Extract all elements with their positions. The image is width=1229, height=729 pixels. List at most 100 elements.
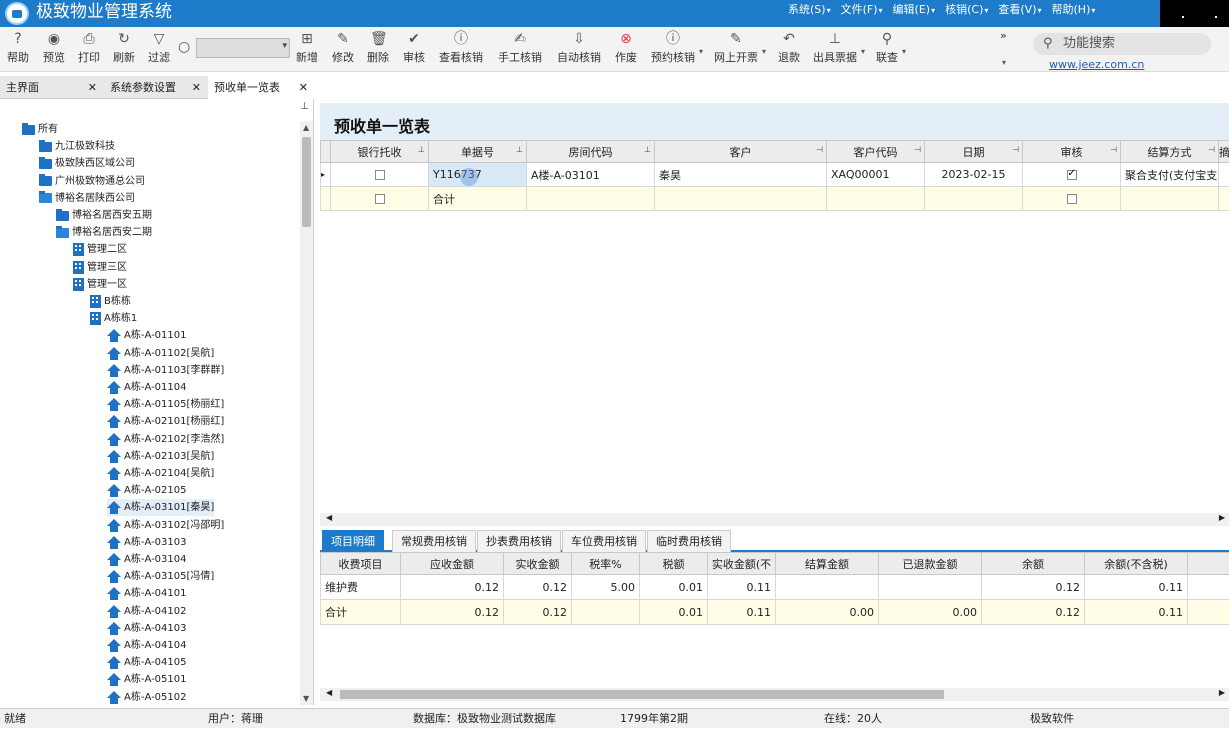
reserve-verify-button[interactable]: ⓘ预约核销▾: [651, 31, 695, 65]
audit-button[interactable]: ✔审核: [403, 31, 425, 65]
tree-node[interactable]: 博裕名居陕西公司: [39, 190, 135, 207]
menu-edit[interactable]: 编辑(E): [893, 0, 936, 20]
tree-node[interactable]: A栋-A-03101[秦昊]: [107, 499, 214, 516]
menu-file[interactable]: 文件(F): [841, 0, 883, 20]
col-date[interactable]: 日期⊣: [925, 141, 1023, 163]
tree-node[interactable]: A栋-A-05102: [107, 689, 187, 706]
tree-node[interactable]: A栋-A-03105[冯倩]: [107, 568, 214, 585]
close-icon[interactable]: ✕: [88, 76, 97, 99]
tree-node[interactable]: A栋-A-01104: [107, 379, 187, 396]
date-cell[interactable]: 2023-02-15: [925, 163, 1023, 187]
tree-node[interactable]: A栋-A-04102: [107, 603, 187, 620]
toolbar-dropdown-icon[interactable]: ▾: [1002, 58, 1006, 67]
tab-system-params[interactable]: 系统参数设置✕: [104, 76, 207, 99]
col-room-code[interactable]: 房间代码⊥: [527, 141, 655, 163]
tree-node[interactable]: A栋-A-05101: [107, 671, 187, 688]
refund-button[interactable]: ↶退款: [778, 31, 800, 65]
website-link[interactable]: www.jeez.com.cn: [1049, 58, 1144, 71]
bank-collect-checkbox[interactable]: [375, 170, 385, 180]
table-hscroll[interactable]: ◀▶: [320, 513, 1229, 526]
void-button[interactable]: ⊗作废: [615, 31, 637, 65]
tree-root[interactable]: 所有: [22, 121, 58, 138]
tree-node[interactable]: A栋-A-02102[李浩然]: [107, 431, 224, 448]
online-invoice-button[interactable]: ✎网上开票▾: [714, 31, 758, 65]
col-bill-no[interactable]: 单据号⊥: [429, 141, 527, 163]
tree-node[interactable]: A栋-A-01105[杨丽红]: [107, 396, 224, 413]
tab-prepay-list[interactable]: 预收单一览表✕: [208, 76, 314, 99]
customer-code-cell[interactable]: XAQ00001: [827, 163, 925, 187]
menu-view[interactable]: 查看(V): [998, 0, 1041, 20]
tree-node[interactable]: A栋-A-01101: [107, 327, 187, 344]
auto-verify-button[interactable]: ⇩自动核销: [557, 31, 601, 65]
pin-icon[interactable]: ⊥: [300, 101, 309, 112]
tree-node[interactable]: A栋-A-02101[杨丽红]: [107, 413, 224, 430]
tab-parking-fee[interactable]: 车位费用核销: [562, 530, 646, 552]
tree-node[interactable]: 管理三区: [73, 259, 127, 276]
room-code-cell[interactable]: A楼-A-03101: [527, 163, 655, 187]
audit-checkbox[interactable]: [1067, 170, 1077, 180]
tree-node[interactable]: 广州极致物通总公司: [39, 173, 145, 190]
tree-node[interactable]: A栋-A-02103[吴航]: [107, 448, 214, 465]
tab-item-detail[interactable]: 项目明细: [322, 530, 384, 552]
menu-system[interactable]: 系统(S): [788, 0, 831, 20]
tree-node[interactable]: 管理二区: [73, 241, 127, 258]
table-row[interactable]: ▸ Y116737 A楼-A-03101 秦昊 XAQ00001 2023-02…: [321, 163, 1229, 187]
tree-node[interactable]: A栋-A-02105: [107, 482, 187, 499]
manual-verify-button[interactable]: ✍手工核销: [498, 31, 542, 65]
view-verify-button[interactable]: ⓘ查看核销: [439, 31, 483, 65]
tab-main[interactable]: 主界面✕: [0, 76, 103, 99]
close-icon[interactable]: ✕: [192, 76, 201, 99]
tree-node[interactable]: A栋-A-03104: [107, 551, 187, 568]
help-button[interactable]: ?帮助: [7, 31, 29, 65]
scroll-down-icon[interactable]: ▼: [303, 694, 309, 703]
tab-temp-fee[interactable]: 临时费用核销: [647, 530, 731, 552]
tree-node[interactable]: A栋-A-03103: [107, 534, 187, 551]
menu-verify[interactable]: 核销(C): [945, 0, 988, 20]
scroll-up-icon[interactable]: ▲: [303, 123, 309, 132]
filter-button[interactable]: ▽过滤: [148, 31, 170, 65]
print-button[interactable]: ⎙打印: [78, 31, 100, 65]
tree-node[interactable]: A栋-A-04101: [107, 585, 187, 602]
col-audit[interactable]: 审核⊣: [1023, 141, 1121, 163]
tree-node[interactable]: A栋-A-02104[吴航]: [107, 465, 214, 482]
sum-audit-checkbox[interactable]: [1067, 194, 1077, 204]
edit-button[interactable]: ✎修改: [332, 31, 354, 65]
tree-node[interactable]: A栋-A-04105: [107, 654, 187, 671]
add-button[interactable]: ⊞新增: [296, 31, 318, 65]
filter-combo[interactable]: [196, 38, 290, 58]
refresh-button[interactable]: ↻刷新: [113, 31, 135, 65]
preview-button[interactable]: ◉预览: [43, 31, 65, 65]
tree-node[interactable]: 博裕名居西安五期: [56, 207, 152, 224]
col-customer[interactable]: 客户⊣: [655, 141, 827, 163]
tree-node[interactable]: A栋-A-04103: [107, 620, 187, 637]
sum-checkbox[interactable]: [375, 194, 385, 204]
scroll-thumb[interactable]: [340, 690, 944, 699]
tree-node[interactable]: A栋-A-04104: [107, 637, 187, 654]
col-settle[interactable]: 结算方式⊣: [1121, 141, 1219, 163]
tree-scrollbar[interactable]: ▲ ▼: [300, 121, 313, 705]
col-customer-code[interactable]: 客户代码⊣: [827, 141, 925, 163]
col-bank-collect[interactable]: 银行托收⊥: [331, 141, 429, 163]
tree-node[interactable]: A栋-A-03102[冯邵明]: [107, 517, 224, 534]
detail-row[interactable]: 维护费 0.12 0.12 5.00 0.01 0.11 0.12 0.11: [321, 575, 1229, 600]
tree-node[interactable]: 极致陕西区域公司: [39, 155, 135, 172]
detail-hscroll[interactable]: ◀▶: [320, 688, 1229, 701]
tree-node[interactable]: 管理一区: [73, 276, 127, 293]
tab-regular-fee[interactable]: 常规费用核销: [392, 530, 476, 552]
tree-node[interactable]: 九江极致科技: [39, 138, 115, 155]
tree-node[interactable]: 博裕名居西安二期: [56, 224, 152, 241]
customer-cell[interactable]: 秦昊: [655, 163, 827, 187]
close-icon[interactable]: ✕: [299, 76, 308, 99]
tree-node[interactable]: A栋栋1: [90, 310, 137, 327]
tree-node[interactable]: A栋-A-01103[李群群]: [107, 362, 224, 379]
tree-node[interactable]: A栋-A-01102[吴航]: [107, 345, 214, 362]
more-chevron-icon[interactable]: »: [1000, 29, 1007, 42]
link-query-button[interactable]: ⚲联查▾: [876, 31, 898, 65]
delete-button[interactable]: 🗑删除: [367, 31, 389, 65]
tree-node[interactable]: B栋栋: [90, 293, 131, 310]
menu-help[interactable]: 帮助(H): [1052, 0, 1096, 20]
tab-meter-fee[interactable]: 抄表费用核销: [477, 530, 561, 552]
col-summary[interactable]: 摘: [1219, 141, 1229, 163]
settle-cell[interactable]: 聚合支付(支付宝支付): [1121, 163, 1219, 187]
issue-receipt-button[interactable]: ⊥出具票据▾: [813, 31, 857, 65]
